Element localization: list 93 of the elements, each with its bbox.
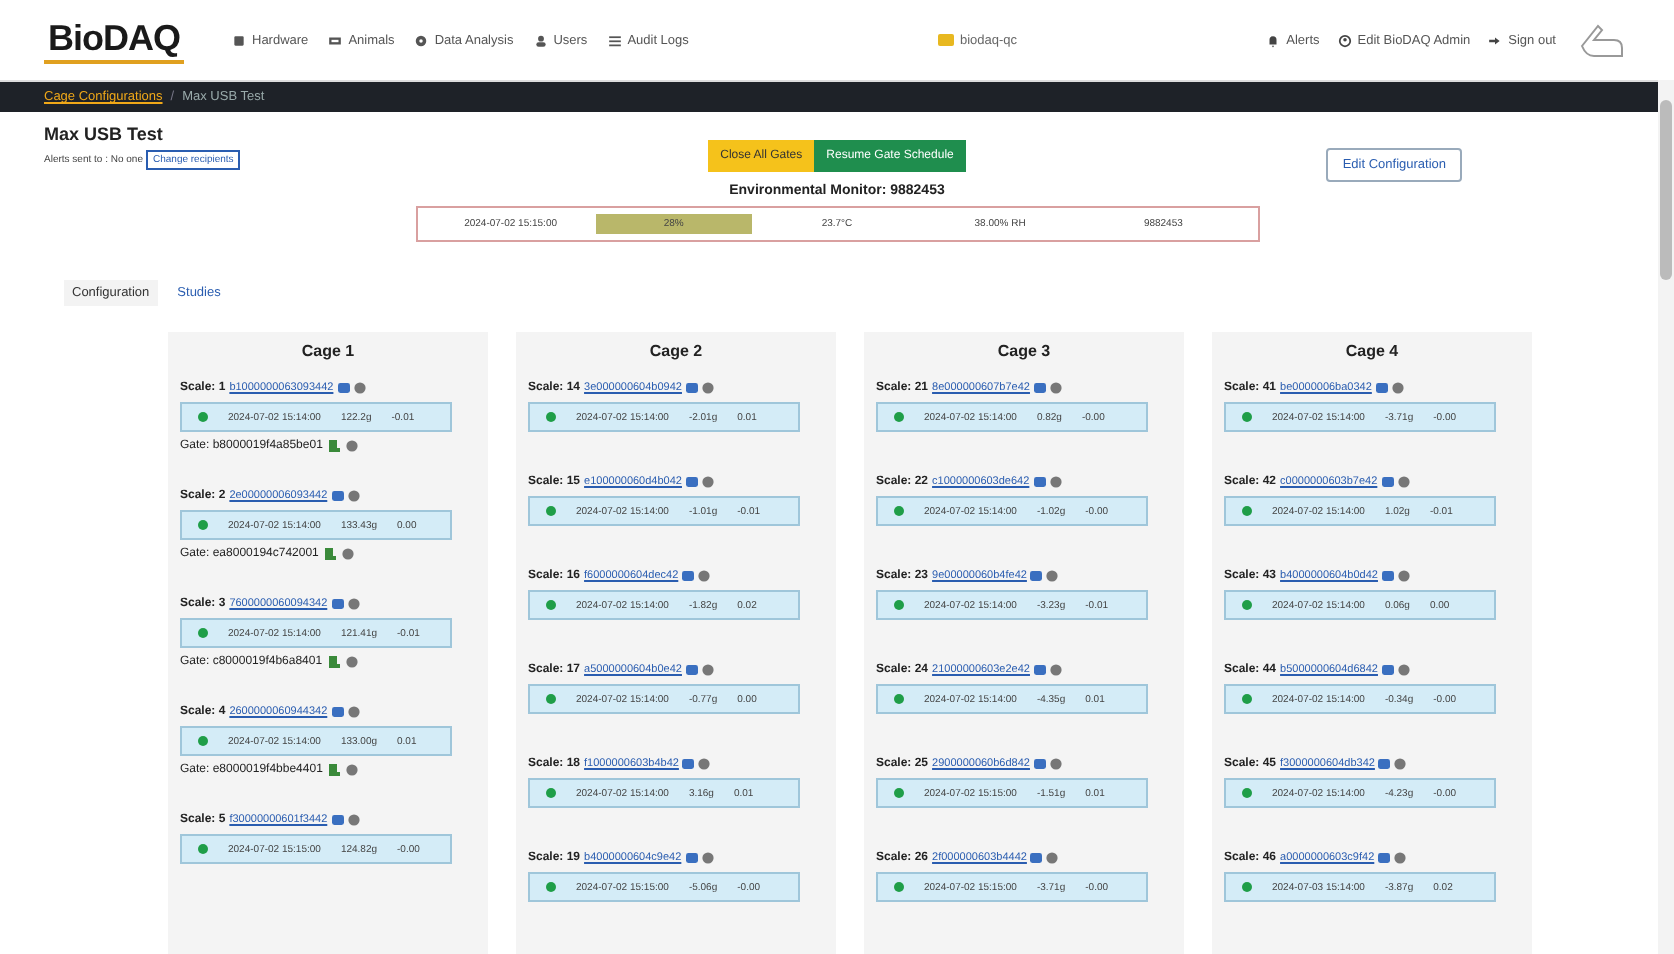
status-dot: [198, 628, 208, 638]
badge-icon[interactable]: [1381, 664, 1394, 676]
cage-title: Cage 1: [299, 342, 357, 360]
badge-icon[interactable]: [337, 382, 350, 394]
dot-icon[interactable]: [1049, 476, 1062, 488]
badge-icon[interactable]: [1378, 758, 1391, 770]
status-dot: [198, 844, 208, 854]
sign-out-icon: [1488, 33, 1503, 47]
dot-icon[interactable]: [347, 706, 360, 718]
badge-icon[interactable]: [685, 852, 698, 864]
dot-icon[interactable]: [347, 814, 360, 826]
status-dot: [546, 600, 556, 610]
status-dot: [894, 600, 904, 610]
dot-icon[interactable]: [347, 598, 360, 610]
badge-icon[interactable]: [1381, 570, 1394, 582]
badge-icon[interactable]: [1378, 852, 1391, 864]
disc-icon: [414, 33, 429, 47]
badge-icon[interactable]: [331, 598, 344, 610]
badge-icon[interactable]: [1033, 476, 1046, 488]
logo[interactable]: BioDAQ: [44, 17, 184, 63]
status-dot: [546, 788, 556, 798]
dot-icon[interactable]: [353, 382, 366, 394]
status-dot: [894, 882, 904, 892]
door-icon[interactable]: [328, 764, 341, 776]
dot-icon[interactable]: [698, 570, 711, 582]
folder-icon: [938, 34, 954, 46]
dot-icon[interactable]: [1394, 852, 1407, 864]
badge-icon[interactable]: [685, 476, 698, 488]
status-dot: [546, 412, 556, 422]
status-dot: [546, 506, 556, 516]
dot-icon[interactable]: [1397, 664, 1410, 676]
status-dot: [1242, 882, 1252, 892]
status-dot: [198, 736, 208, 746]
badge-icon[interactable]: [685, 382, 698, 394]
cage-title: Cage 2: [647, 342, 705, 360]
dot-icon[interactable]: [1394, 758, 1407, 770]
badge-icon[interactable]: [1033, 758, 1046, 770]
user-icon: [533, 33, 548, 47]
cage-title: Cage 4: [1343, 342, 1401, 360]
dot-icon[interactable]: [346, 440, 359, 452]
dot-icon[interactable]: [1046, 852, 1059, 864]
door-icon[interactable]: [328, 656, 341, 668]
dot-icon[interactable]: [1391, 382, 1404, 394]
status-dot: [198, 520, 208, 530]
cage-title: Cage 3: [995, 342, 1053, 360]
status-dot: [546, 694, 556, 704]
badge-icon[interactable]: [331, 814, 344, 826]
badge-icon[interactable]: [331, 490, 344, 502]
dot-icon[interactable]: [701, 664, 714, 676]
dot-icon[interactable]: [701, 476, 714, 488]
status-dot: [1242, 600, 1252, 610]
badge-icon[interactable]: [1030, 852, 1043, 864]
door-icon[interactable]: [324, 548, 337, 560]
dot-icon[interactable]: [347, 490, 360, 502]
status-dot: [1242, 788, 1252, 798]
badge-icon[interactable]: [682, 570, 695, 582]
status-dot: [1242, 694, 1252, 704]
badge-icon[interactable]: [1381, 476, 1394, 488]
dot-icon[interactable]: [346, 656, 359, 668]
dot-icon[interactable]: [342, 548, 355, 560]
dot-icon[interactable]: [1046, 570, 1059, 582]
dot-icon[interactable]: [1397, 476, 1410, 488]
user-circle-icon: [1337, 33, 1352, 47]
status-dot: [894, 788, 904, 798]
badge-icon[interactable]: [1030, 570, 1043, 582]
dot-icon[interactable]: [1397, 570, 1410, 582]
status-dot: [894, 694, 904, 704]
list-icon: [607, 33, 622, 47]
status-dot: [1242, 506, 1252, 516]
status-dot: [546, 882, 556, 892]
page-title: Max USB Test: [44, 124, 165, 144]
badge-icon[interactable]: [685, 664, 698, 676]
dot-icon[interactable]: [1049, 382, 1062, 394]
id-card-icon: [328, 33, 343, 47]
badge-icon[interactable]: [331, 706, 344, 718]
status-dot: [894, 506, 904, 516]
dot-icon[interactable]: [698, 758, 711, 770]
door-icon[interactable]: [328, 440, 341, 452]
badge-icon[interactable]: [1375, 382, 1388, 394]
badge-icon[interactable]: [1033, 382, 1046, 394]
badge-icon[interactable]: [682, 758, 695, 770]
badge-icon[interactable]: [1033, 664, 1046, 676]
dot-icon[interactable]: [701, 382, 714, 394]
scrollbar[interactable]: [1658, 80, 1674, 954]
chip-icon: [232, 33, 246, 47]
dot-icon[interactable]: [701, 852, 714, 864]
dot-icon[interactable]: [1049, 758, 1062, 770]
status-dot: [1242, 412, 1252, 422]
status-dot: [198, 412, 208, 422]
dot-icon[interactable]: [346, 764, 359, 776]
status-dot: [894, 412, 904, 422]
bell-icon: [1266, 33, 1281, 47]
dot-icon[interactable]: [1049, 664, 1062, 676]
